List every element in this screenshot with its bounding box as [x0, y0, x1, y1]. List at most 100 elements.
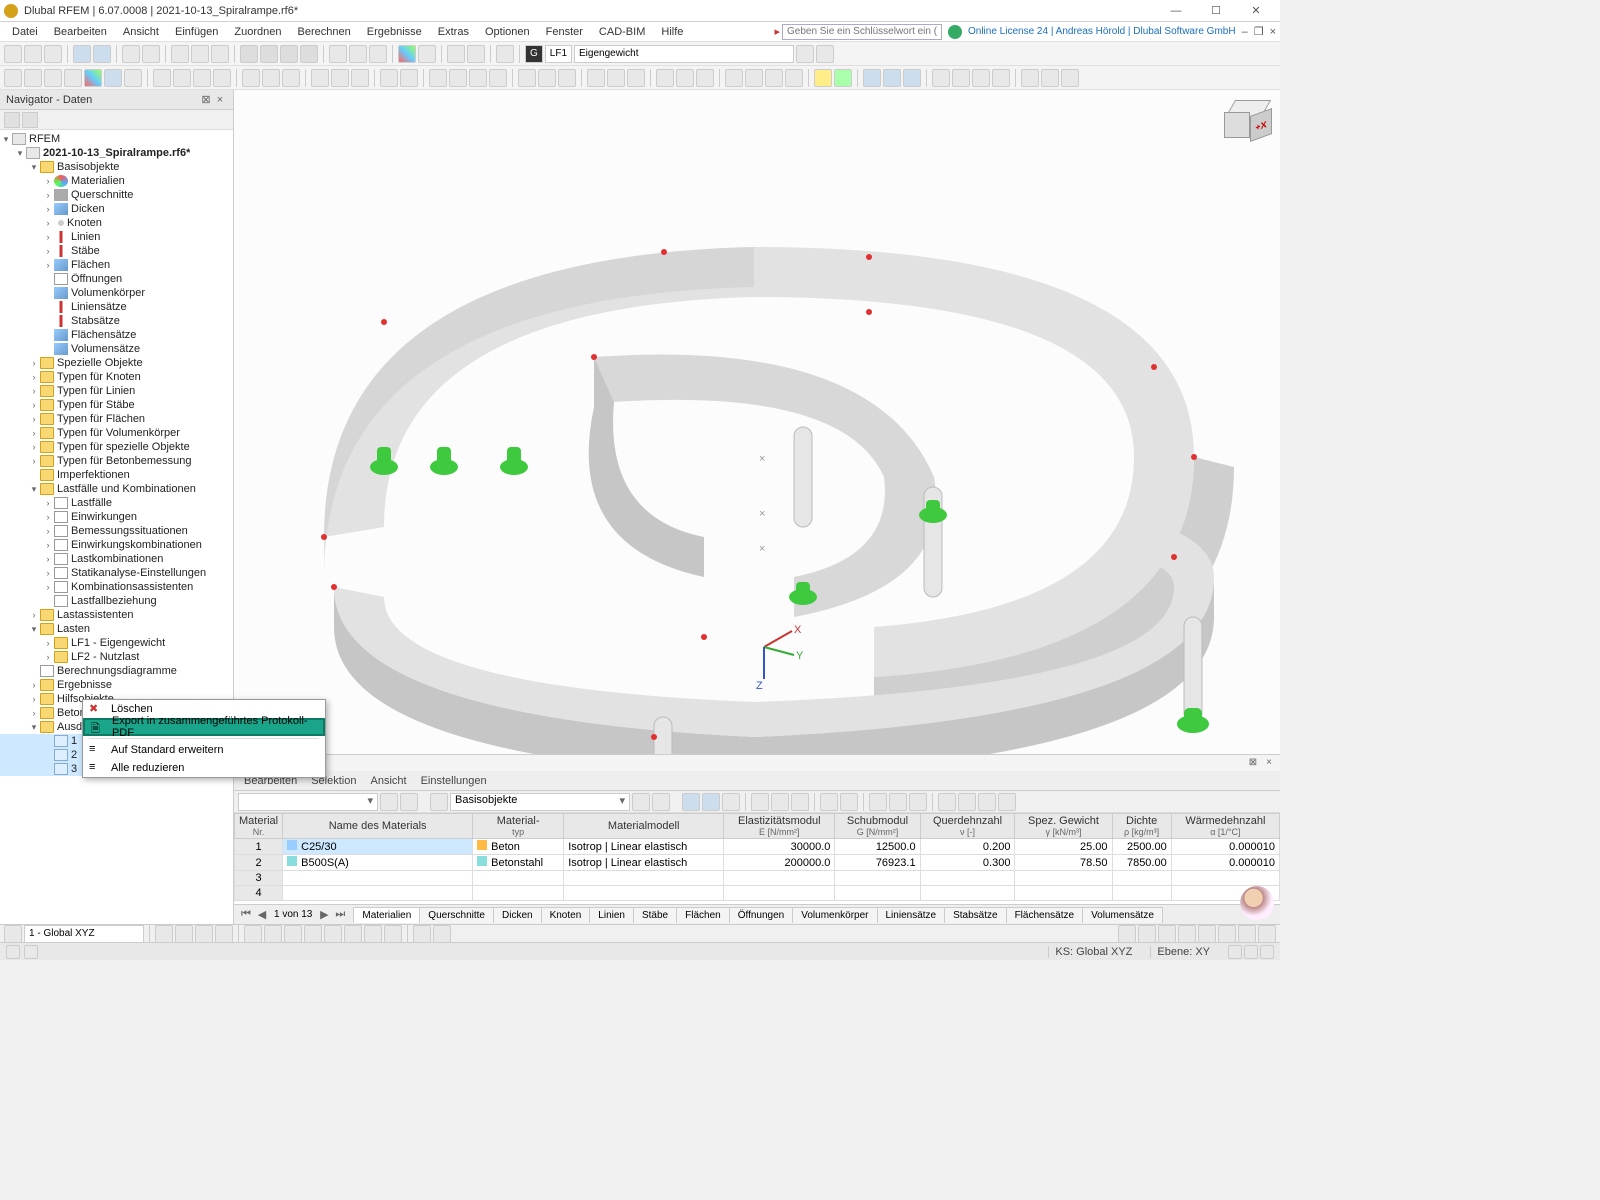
- tl-genline-icon[interactable]: [153, 69, 171, 87]
- bb-ortho-icon[interactable]: [433, 925, 451, 943]
- table-combo2[interactable]: Basisobjekte: [450, 793, 630, 811]
- menu-optionen[interactable]: Optionen: [477, 24, 538, 40]
- menu-cadbim[interactable]: CAD-BIM: [591, 24, 653, 40]
- status-i1-icon[interactable]: [1228, 945, 1242, 959]
- tab-dicken[interactable]: Dicken: [493, 907, 542, 923]
- tl-release-icon[interactable]: [282, 69, 300, 87]
- tb-undo-icon[interactable]: [122, 45, 140, 63]
- tb-view2-icon[interactable]: [349, 45, 367, 63]
- tl-loadarea-icon[interactable]: [351, 69, 369, 87]
- assistant-avatar[interactable]: [1240, 886, 1274, 920]
- bb-r4-icon[interactable]: [1178, 925, 1196, 943]
- tb-loads-icon[interactable]: [496, 45, 514, 63]
- tab-last-icon[interactable]: ⏭: [332, 908, 348, 921]
- table-combo1[interactable]: [238, 793, 378, 811]
- tbl-addrow-icon[interactable]: [751, 793, 769, 811]
- tbl-undo-icon[interactable]: [820, 793, 838, 811]
- bb-snap4-icon[interactable]: [304, 925, 322, 943]
- bb-r8-icon[interactable]: [1258, 925, 1276, 943]
- ctx-expand-default[interactable]: ≡Auf Standard erweitern: [83, 741, 325, 759]
- menu-einfuegen[interactable]: Einfügen: [167, 24, 226, 40]
- tree-statik[interactable]: ›Statikanalyse-Einstellungen: [0, 566, 233, 580]
- tb-paste-icon[interactable]: [211, 45, 229, 63]
- bb-grid-icon[interactable]: [413, 925, 431, 943]
- tree-typ-beton[interactable]: ›Typen für Betonbemessung: [0, 454, 233, 468]
- tb-panel4-icon[interactable]: [300, 45, 318, 63]
- tree-imperfektionen[interactable]: Imperfektionen: [0, 468, 233, 482]
- tree-berechnungsdiag[interactable]: Berechnungsdiagramme: [0, 664, 233, 678]
- tl-filter2-icon[interactable]: [883, 69, 901, 87]
- tbl-prev-icon[interactable]: [380, 793, 398, 811]
- tl-pan-icon[interactable]: [765, 69, 783, 87]
- table-pin-icon[interactable]: ⊠: [1246, 757, 1260, 769]
- doc-minimize-button[interactable]: –: [1242, 26, 1248, 38]
- tree-volumensaetze[interactable]: Volumensätze: [0, 342, 233, 356]
- tl-dim-icon[interactable]: [380, 69, 398, 87]
- tb-panel2-icon[interactable]: [260, 45, 278, 63]
- tbl-delrow-icon[interactable]: [771, 793, 789, 811]
- tl-genarc-icon[interactable]: [173, 69, 191, 87]
- bb-i4-icon[interactable]: [215, 925, 233, 943]
- tbl-sort-icon[interactable]: [909, 793, 927, 811]
- tb-render-icon[interactable]: [418, 45, 436, 63]
- tb-colors-icon[interactable]: [398, 45, 416, 63]
- tree-typ-knoten[interactable]: ›Typen für Knoten: [0, 370, 233, 384]
- tree-volumenkoerper[interactable]: Volumenkörper: [0, 286, 233, 300]
- coord-system-combo[interactable]: 1 - Global XYZ: [24, 925, 144, 943]
- tab-next-icon[interactable]: ▶: [316, 908, 332, 921]
- tree-kombassist[interactable]: ›Kombinationsassistenten: [0, 580, 233, 594]
- ctx-collapse-all[interactable]: ≡Alle reduzieren: [83, 759, 325, 777]
- menu-fenster[interactable]: Fenster: [538, 24, 591, 40]
- tab-materialien[interactable]: Materialien: [353, 907, 420, 923]
- tb-cut-icon[interactable]: [171, 45, 189, 63]
- minimize-button[interactable]: —: [1156, 1, 1196, 21]
- bb-r5-icon[interactable]: [1198, 925, 1216, 943]
- tl-filter3-icon[interactable]: [903, 69, 921, 87]
- tree-stabsaetze[interactable]: Stabsätze: [0, 314, 233, 328]
- tree-knoten[interactable]: ›Knoten: [0, 216, 233, 230]
- tab-oeffnungen[interactable]: Öffnungen: [729, 907, 794, 923]
- menu-berechnen[interactable]: Berechnen: [290, 24, 359, 40]
- tbl-fx-icon[interactable]: [869, 793, 887, 811]
- tb-calc-icon[interactable]: [447, 45, 465, 63]
- tree-lasten[interactable]: ▾Lasten: [0, 622, 233, 636]
- bb-snap6-icon[interactable]: [344, 925, 362, 943]
- tree-materialien[interactable]: ›Materialien: [0, 174, 233, 188]
- status-eye-icon[interactable]: [6, 945, 20, 959]
- bb-i1-icon[interactable]: [155, 925, 173, 943]
- tb-print-icon[interactable]: [73, 45, 91, 63]
- tab-linien[interactable]: Linien: [589, 907, 634, 923]
- tb-panel3-icon[interactable]: [280, 45, 298, 63]
- tb-copy-icon[interactable]: [191, 45, 209, 63]
- tl-eye-icon[interactable]: [932, 69, 950, 87]
- tree-einwirkcomb[interactable]: ›Einwirkungskombinationen: [0, 538, 233, 552]
- tbl-help-icon[interactable]: [998, 793, 1016, 811]
- doc-close-button[interactable]: ×: [1270, 26, 1276, 38]
- tl-line-icon[interactable]: [44, 69, 62, 87]
- tab-liniensaetze[interactable]: Liniensätze: [877, 907, 946, 923]
- tbl-menu-einstellungen[interactable]: Einstellungen: [421, 775, 487, 787]
- bb-snap5-icon[interactable]: [324, 925, 342, 943]
- tree-typ-spezielle[interactable]: ›Typen für spezielle Objekte: [0, 440, 233, 454]
- tl-delete-icon[interactable]: [1041, 69, 1059, 87]
- tl-selwin-icon[interactable]: [676, 69, 694, 87]
- tbl-redo-icon[interactable]: [840, 793, 858, 811]
- tl-surface-icon[interactable]: [84, 69, 102, 87]
- menu-hilfe[interactable]: Hilfe: [653, 24, 691, 40]
- bb-ucs-icon[interactable]: [4, 925, 22, 943]
- tl-clip-icon[interactable]: [972, 69, 990, 87]
- tl-genrect-icon[interactable]: [213, 69, 231, 87]
- view-cube[interactable]: +X: [1222, 98, 1272, 148]
- bb-i3-icon[interactable]: [195, 925, 213, 943]
- tb-results-icon[interactable]: [467, 45, 485, 63]
- menu-extras[interactable]: Extras: [430, 24, 477, 40]
- tl-rotate-icon[interactable]: [449, 69, 467, 87]
- tree-lf2[interactable]: ›LF2 - Nutzlast: [0, 650, 233, 664]
- tl-check-icon[interactable]: [834, 69, 852, 87]
- menu-datei[interactable]: Datei: [4, 24, 46, 40]
- ctx-export-pdf[interactable]: 🗎Export in zusammengeführtes Protokoll-P…: [83, 718, 325, 736]
- tl-help-icon[interactable]: [1061, 69, 1079, 87]
- menu-bearbeiten[interactable]: Bearbeiten: [46, 24, 115, 40]
- status-cam-icon[interactable]: [24, 945, 38, 959]
- tree-bemessung[interactable]: ›Bemessungssituationen: [0, 524, 233, 538]
